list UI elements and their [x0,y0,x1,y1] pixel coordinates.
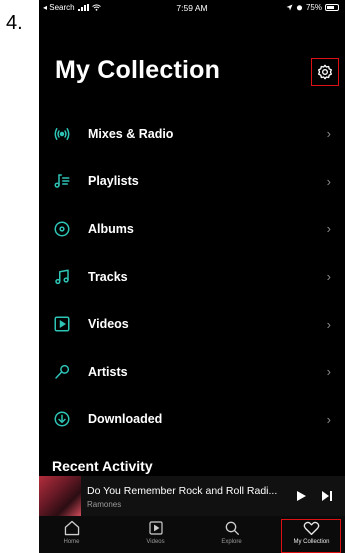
menu-item-artists[interactable]: Artists › [39,348,345,396]
chevron-right-icon: › [326,126,331,142]
download-icon [53,410,71,428]
tab-home[interactable]: Home [41,516,102,553]
radio-icon [53,125,71,143]
battery-icon [325,4,339,11]
menu-item-videos[interactable]: Videos › [39,300,345,348]
step-label: 4. [6,12,23,34]
battery-percent: 75% [305,3,322,12]
chevron-right-icon: › [326,269,331,285]
status-right: 75% [286,3,339,12]
playlist-icon [53,172,71,190]
video-icon [148,521,163,535]
now-playing-bar[interactable]: Do You Remember Rock and Roll Radi... Ra… [39,476,345,516]
tab-label: Explore [221,539,242,545]
tab-explore[interactable]: Explore [201,516,262,553]
chevron-right-icon: › [326,411,331,427]
microphone-icon [53,363,71,381]
menu-item-tracks[interactable]: Tracks › [39,253,345,301]
phone-screen: ◂ Search 7:59 AM 75% My Collection Mixes… [39,0,345,553]
now-playing-artist: Ramones [87,500,122,509]
menu-item-label: Playlists [88,174,139,189]
search-icon [225,521,239,535]
alarm-icon [296,5,303,11]
next-button[interactable] [321,489,333,507]
tab-label: Videos [146,539,165,545]
menu-item-downloaded[interactable]: Downloaded › [39,396,345,444]
menu-item-label: Mixes & Radio [88,126,174,141]
play-button[interactable] [295,489,307,507]
gear-icon [318,64,332,80]
now-playing-title: Do You Remember Rock and Roll Radi... [87,485,278,497]
home-icon [64,520,79,536]
page-title: My Collection [55,56,221,84]
chevron-right-icon: › [326,173,331,189]
chevron-right-icon: › [326,221,331,237]
settings-button[interactable] [311,58,339,86]
album-icon [53,220,71,238]
menu-item-albums[interactable]: Albums › [39,205,345,253]
skip-next-icon [322,491,332,501]
play-icon [297,491,306,501]
music-note-icon [53,268,71,286]
menu-item-label: Albums [88,221,134,236]
collection-menu: Mixes & Radio › Playlists › Albums › Tra… [39,110,345,443]
status-bar: ◂ Search 7:59 AM 75% [39,0,345,16]
recent-activity-title: Recent Activity [52,458,153,474]
menu-item-playlists[interactable]: Playlists › [39,158,345,206]
menu-item-label: Downloaded [88,412,163,427]
tab-label: Home [63,539,80,545]
menu-item-label: Videos [88,317,129,332]
album-art [39,476,81,516]
tab-videos[interactable]: Videos [125,516,186,553]
menu-item-mixes-radio[interactable]: Mixes & Radio › [39,110,345,158]
highlight-box [281,519,341,553]
chevron-right-icon: › [326,316,331,332]
video-icon [53,315,71,333]
menu-item-label: Artists [88,364,128,379]
chevron-right-icon: › [326,364,331,380]
menu-item-label: Tracks [88,269,128,284]
location-icon [286,4,293,11]
